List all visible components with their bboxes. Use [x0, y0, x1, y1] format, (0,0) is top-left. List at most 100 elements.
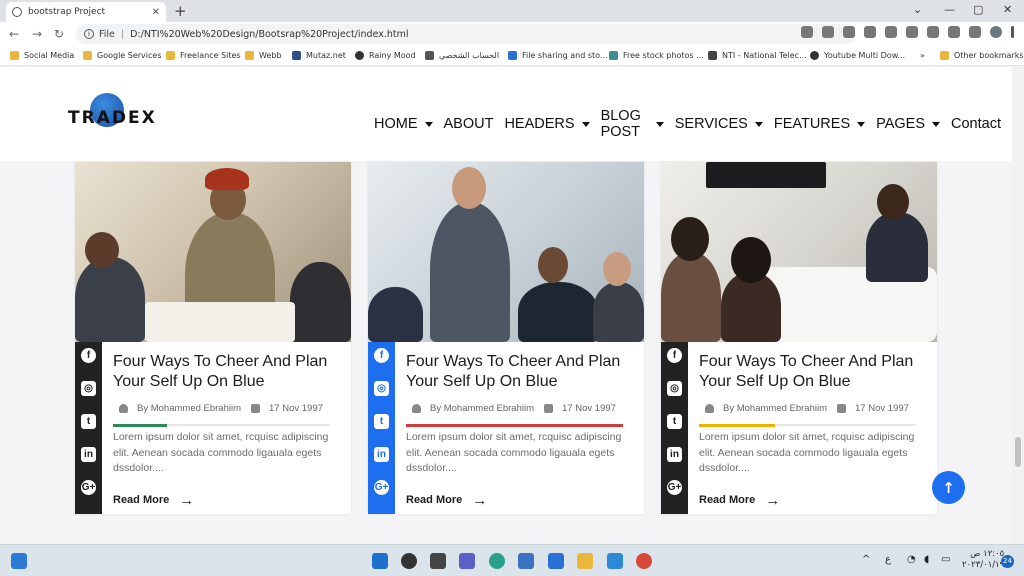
translate-icon[interactable] [801, 26, 813, 38]
extension-2-icon[interactable] [885, 26, 897, 38]
share-icon[interactable] [822, 26, 834, 38]
google-plus-icon[interactable]: G+ [81, 480, 96, 495]
read-more-link[interactable]: Read More → [406, 492, 631, 509]
bookmark-label: Webb [259, 51, 282, 60]
edge-icon[interactable] [489, 553, 505, 569]
read-more-link[interactable]: Read More → [699, 492, 924, 509]
bookmark-item[interactable]: NTI - National Telec... [708, 51, 807, 60]
menu-kebab-icon[interactable] [1011, 26, 1014, 38]
linkedin-icon[interactable]: in [81, 447, 96, 462]
instagram-icon[interactable]: ◎ [81, 381, 96, 396]
bookmark-item[interactable]: Webb [245, 51, 282, 60]
tab-search-icon[interactable]: ⌄ [913, 3, 922, 16]
extension-4-icon[interactable] [927, 26, 939, 38]
blog-card-title[interactable]: Four Ways To Cheer And Plan Your Self Up… [113, 352, 338, 391]
extension-3-icon[interactable] [906, 26, 918, 38]
reload-icon[interactable]: ↻ [54, 27, 64, 41]
battery-icon[interactable]: ▭ [941, 554, 950, 565]
maximize-icon[interactable]: ▢ [973, 3, 983, 16]
wifi-icon[interactable]: ◔ [907, 554, 916, 565]
twitter-icon[interactable]: t [81, 414, 96, 429]
bookmark-item[interactable]: Freelance Sites [166, 51, 241, 60]
start-icon[interactable] [372, 553, 388, 569]
mail-icon[interactable] [548, 553, 564, 569]
bookmark-label: Google Services [97, 51, 162, 60]
bookmark-item[interactable]: Free stock photos ... [609, 51, 704, 60]
twitter-icon[interactable]: t [374, 414, 389, 429]
language-indicator[interactable]: ع [885, 554, 891, 565]
volume-icon[interactable]: ◖ [924, 554, 929, 565]
widgets-icon[interactable] [11, 553, 27, 569]
tray-chevron-icon[interactable]: ^ [862, 554, 870, 565]
accent-rule [113, 423, 330, 427]
linkedin-icon[interactable]: in [667, 447, 682, 462]
nav-features[interactable]: FEATURES [774, 108, 866, 140]
nav-headers[interactable]: HEADERS [504, 108, 590, 140]
instagram-icon[interactable]: ◎ [374, 381, 389, 396]
folder-icon [940, 51, 949, 60]
blog-card-title[interactable]: Four Ways To Cheer And Plan Your Self Up… [699, 352, 924, 391]
bookmark-item[interactable]: Social Media [10, 51, 74, 60]
site-logo[interactable]: TRADEX [68, 93, 155, 137]
nav-blog-post[interactable]: BLOG POST [601, 108, 664, 140]
new-tab-button[interactable]: + [174, 2, 187, 20]
nti-icon [708, 51, 717, 60]
instagram-icon[interactable]: ◎ [667, 381, 682, 396]
bookmark-item[interactable]: الحساب الشخصي [425, 51, 499, 60]
google-plus-icon[interactable]: G+ [667, 480, 682, 495]
rainy-mood-icon [355, 51, 364, 60]
url-separator: | [120, 28, 125, 40]
store-icon[interactable] [518, 553, 534, 569]
facebook-icon[interactable]: f [374, 348, 389, 363]
forward-icon[interactable]: → [32, 27, 42, 41]
bookmarks-overflow[interactable]: » [920, 51, 925, 60]
bookmark-star-icon[interactable] [843, 26, 855, 38]
blog-card-excerpt: Lorem ipsum dolor sit amet, rcquisc adip… [113, 431, 329, 474]
nav-home[interactable]: HOME [374, 108, 433, 140]
close-window-icon[interactable]: ✕ [1003, 3, 1012, 16]
system-clock[interactable]: ١٢:٠٥ ص ٢٠٢٣/٠١/١٩ [962, 549, 1004, 571]
nav-about[interactable]: ABOUT [444, 108, 494, 140]
vscode-icon[interactable] [607, 553, 623, 569]
bookmark-item[interactable]: Mutaz.net [292, 51, 346, 60]
extension-1-icon[interactable] [864, 26, 876, 38]
google-plus-icon[interactable]: G+ [374, 480, 389, 495]
extensions-puzzle-icon[interactable] [948, 26, 960, 38]
blog-card-title[interactable]: Four Ways To Cheer And Plan Your Self Up… [406, 352, 631, 391]
other-bookmarks[interactable]: Other bookmarks [940, 51, 1024, 60]
bookmark-item[interactable]: Rainy Mood [355, 51, 416, 60]
twitter-icon[interactable]: t [667, 414, 682, 429]
file-explorer-icon[interactable] [577, 553, 593, 569]
account-icon [425, 51, 434, 60]
browser-tab[interactable]: bootstrap Project ✕ [6, 2, 166, 22]
scrollbar-thumb[interactable] [1015, 437, 1021, 467]
bookmark-item[interactable]: Google Services [83, 51, 162, 60]
scroll-to-top-button[interactable]: ↑ [932, 471, 965, 504]
page-scrollbar[interactable] [1012, 67, 1024, 544]
notification-badge[interactable]: 24 [1001, 555, 1014, 568]
nav-pages[interactable]: PAGES [876, 108, 941, 140]
nav-contact[interactable]: Contact [951, 108, 1001, 140]
accent-rule [699, 423, 916, 427]
facebook-icon[interactable]: f [667, 348, 682, 363]
bookmark-label: NTI - National Telec... [722, 51, 807, 60]
bookmark-item[interactable]: File sharing and sto... [508, 51, 608, 60]
bookmark-item[interactable]: Youtube Multi Dow... [810, 51, 905, 60]
close-tab-icon[interactable]: ✕ [152, 7, 160, 18]
facebook-icon[interactable]: f [81, 348, 96, 363]
linkedin-icon[interactable]: in [374, 447, 389, 462]
chrome-icon[interactable] [636, 553, 652, 569]
profile-avatar[interactable] [990, 26, 1002, 38]
minimize-icon[interactable]: — [944, 3, 955, 16]
site-header: TRADEX HOME ABOUT HEADERS BLOG POST SERV… [0, 67, 1012, 161]
search-icon[interactable] [401, 553, 417, 569]
sidepanel-icon[interactable] [969, 26, 981, 38]
url-input[interactable]: i File | D:/NTI%20Web%20Design/Bootsrap%… [76, 24, 856, 44]
chat-icon[interactable] [459, 553, 475, 569]
nav-services[interactable]: SERVICES [675, 108, 763, 140]
back-icon[interactable]: ← [9, 27, 19, 41]
info-icon[interactable]: i [84, 29, 94, 39]
task-view-icon[interactable] [430, 553, 446, 569]
clock-time: ١٢:٠٥ ص [970, 549, 1005, 559]
read-more-link[interactable]: Read More → [113, 492, 338, 509]
